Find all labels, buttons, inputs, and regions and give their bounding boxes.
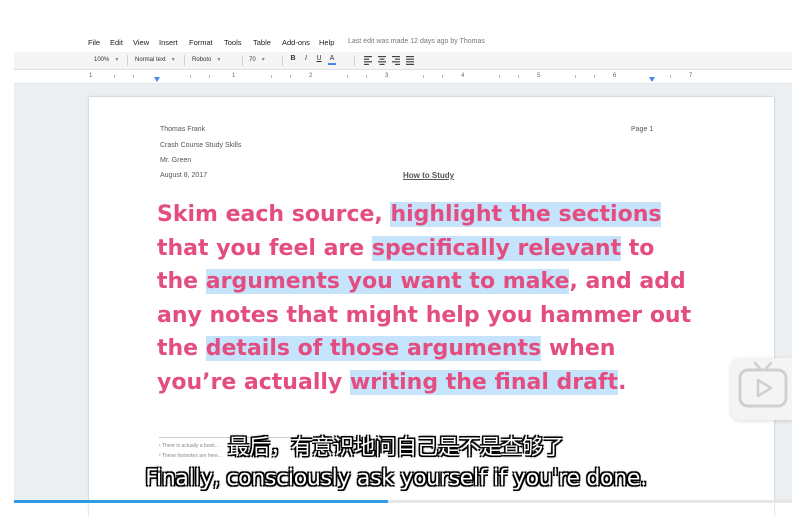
underline-button[interactable]: U xyxy=(315,55,323,62)
body-text-segment: . xyxy=(618,369,627,395)
style-select[interactable]: Normal text xyxy=(135,56,175,63)
highlighted-text: writing the final draft xyxy=(349,369,619,395)
text-color-button[interactable]: A xyxy=(328,55,336,65)
highlighted-text: highlight the sections xyxy=(390,202,662,227)
header-course: Crash Course Study Skills xyxy=(160,142,242,149)
bold-button[interactable]: B xyxy=(289,55,297,62)
menu-add-ons[interactable]: Add-ons xyxy=(282,38,310,47)
ruler-tick xyxy=(190,75,191,78)
menu-view[interactable]: View xyxy=(133,38,149,47)
align-justify-icon[interactable] xyxy=(406,56,414,65)
ruler-number: 7 xyxy=(689,73,693,79)
ruler-tick xyxy=(347,75,348,78)
video-progress-played[interactable] xyxy=(14,500,388,503)
ruler-number: 4 xyxy=(461,73,465,79)
menu-format[interactable]: Format xyxy=(189,38,213,47)
toolbar-divider xyxy=(242,55,243,66)
menu-tools[interactable]: Tools xyxy=(224,38,242,47)
ruler-number: 1 xyxy=(89,73,93,79)
toolbar-divider xyxy=(354,55,355,66)
ruler: 1 1 2 3 4 5 6 7 xyxy=(14,70,792,84)
toolbar-divider xyxy=(282,55,283,66)
ruler-tick xyxy=(114,75,115,78)
align-center-icon[interactable] xyxy=(378,56,386,65)
ruler-tick xyxy=(290,75,291,78)
ruler-tick xyxy=(594,75,595,78)
body-text-segment: that you feel are xyxy=(157,235,372,261)
ruler-tick xyxy=(670,75,671,78)
subtitle-english: Finally, consciously ask yourself if you… xyxy=(145,466,647,491)
highlighted-text: details of those arguments xyxy=(205,336,542,362)
page-number: Page 1 xyxy=(631,126,654,133)
ruler-tick xyxy=(366,75,367,78)
ruler-tick xyxy=(271,75,272,78)
highlighted-text: arguments you want to make xyxy=(205,269,570,295)
ruler-number: 1 xyxy=(232,73,236,79)
header-date: August 8, 2017 xyxy=(160,172,208,179)
font-select[interactable]: Roboto xyxy=(192,56,220,63)
tv-icon xyxy=(738,361,788,408)
align-right-icon[interactable] xyxy=(392,56,400,65)
menu-insert[interactable]: Insert xyxy=(159,38,178,47)
floating-video-badge[interactable] xyxy=(731,358,792,420)
highlighted-text: specifically relevant xyxy=(371,235,622,261)
ruler-number: 2 xyxy=(309,73,313,79)
zoom-select[interactable]: 100% xyxy=(94,56,118,63)
menu-table[interactable]: Table xyxy=(253,38,271,47)
toolbar-divider xyxy=(127,55,128,66)
menu-file[interactable]: File xyxy=(88,38,100,47)
ruler-number: 6 xyxy=(613,73,617,79)
indent-marker-left[interactable] xyxy=(154,77,160,82)
video-progress-remaining[interactable] xyxy=(388,500,792,503)
ruler-tick xyxy=(209,75,210,78)
ruler-tick xyxy=(442,75,443,78)
video-frame: File Edit View Insert Format Tools Table… xyxy=(0,0,792,517)
font-size-select[interactable]: 70 xyxy=(249,56,265,63)
last-edit-status[interactable]: Last edit was made 12 days ago by Thomas xyxy=(348,38,485,45)
top-strip xyxy=(0,0,792,34)
subtitle-chinese: 最后，有意识地问自己是不是查够了 xyxy=(228,435,564,459)
document-title: How to Study xyxy=(403,171,455,180)
ruler-number: 5 xyxy=(537,73,541,79)
ruler-tick xyxy=(518,75,519,78)
indent-marker-right[interactable] xyxy=(649,77,655,82)
header-author: Thomas Frank xyxy=(160,126,206,133)
menu-bar: File Edit View Insert Format Tools Table… xyxy=(14,34,792,52)
ruler-tick xyxy=(423,75,424,78)
ruler-tick xyxy=(133,75,134,78)
toolbar-divider xyxy=(184,55,185,66)
align-left-icon[interactable] xyxy=(364,56,372,65)
italic-button[interactable]: I xyxy=(302,55,310,62)
ruler-tick xyxy=(499,75,500,78)
menu-help[interactable]: Help xyxy=(319,38,334,47)
align-buttons xyxy=(364,56,414,65)
body-text-segment: Skim each source, xyxy=(157,202,391,227)
header-teacher: Mr. Green xyxy=(160,157,192,164)
ruler-tick xyxy=(575,75,576,78)
menu-edit[interactable]: Edit xyxy=(110,38,123,47)
toolbar: 100% Normal text Roboto 70 B I U A xyxy=(14,52,792,70)
body-paragraph[interactable]: Skim each source, highlight the sections… xyxy=(157,198,697,400)
ruler-number: 3 xyxy=(385,73,389,79)
